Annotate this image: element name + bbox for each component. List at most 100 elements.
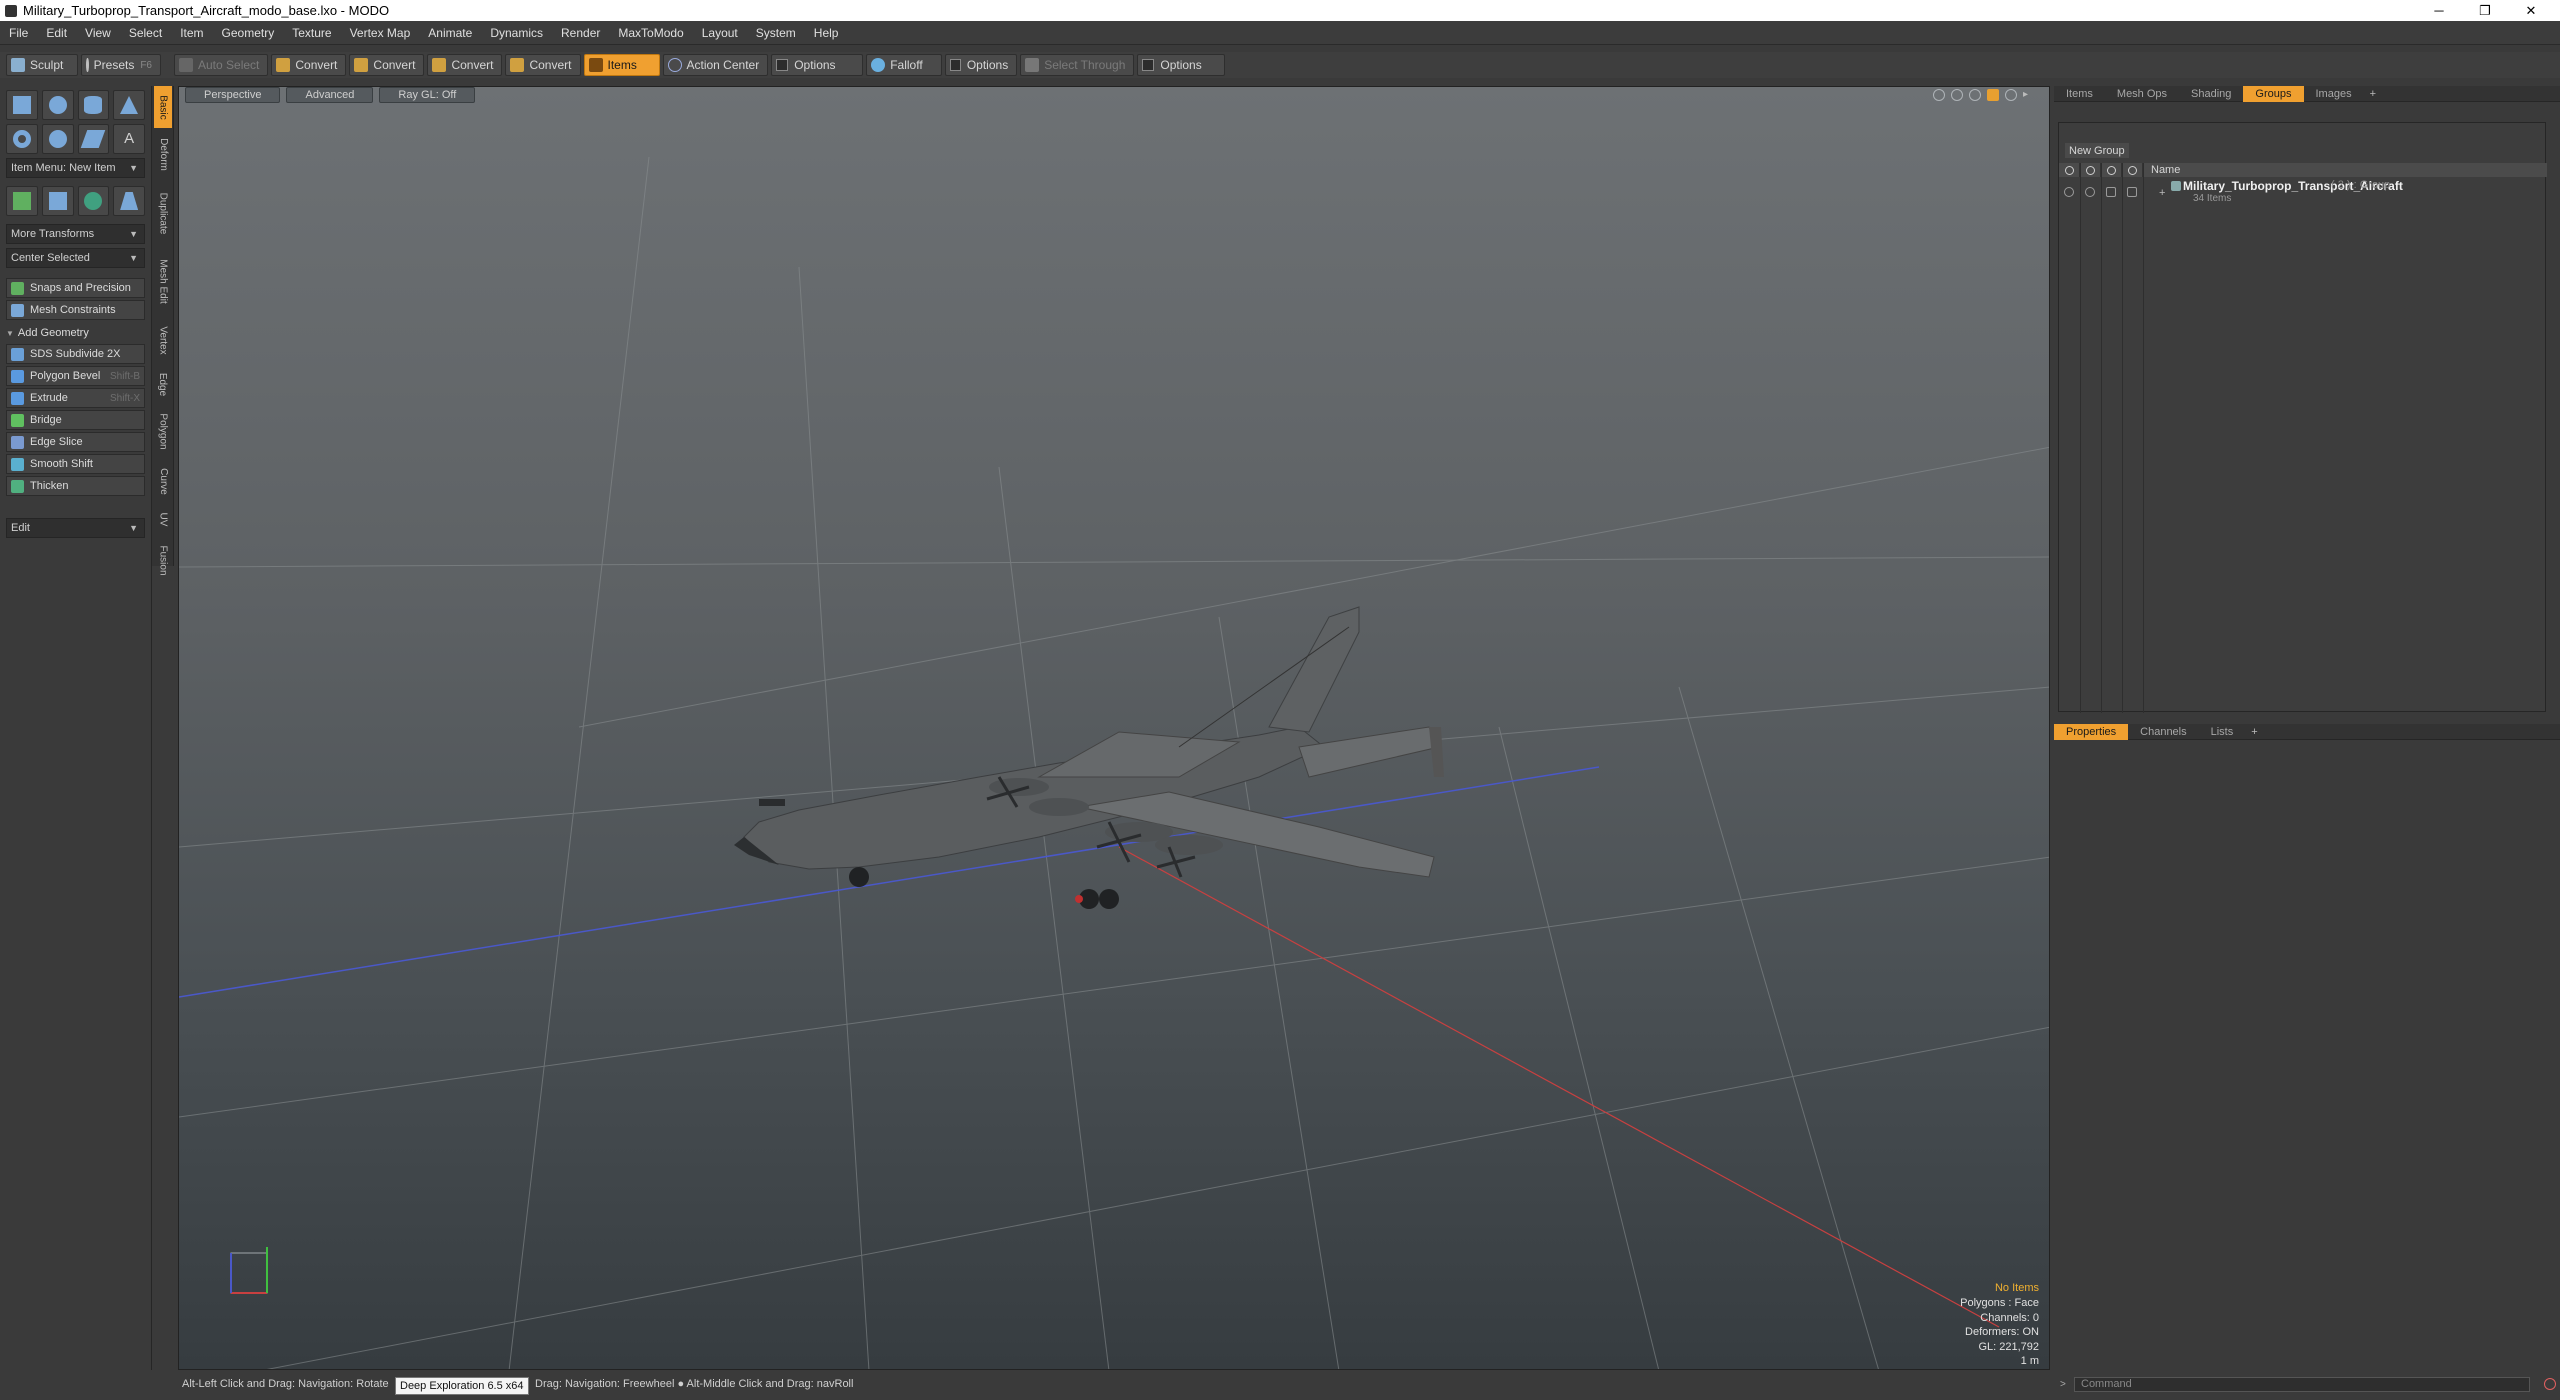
tool-thicken[interactable]: Thicken (6, 476, 145, 496)
menu-texture[interactable]: Texture (283, 26, 340, 40)
lock-column-icon[interactable] (2101, 163, 2122, 177)
torus-primitive-button[interactable] (6, 124, 38, 154)
falloff-button[interactable]: Falloff (866, 54, 943, 76)
auto-select-button[interactable]: Auto Select (174, 54, 269, 76)
convert-edges-button[interactable]: Convert (349, 54, 425, 76)
cone-primitive-button[interactable] (113, 90, 145, 120)
vtab-vertex[interactable]: Vertex (154, 316, 172, 364)
select-toggle-icon[interactable] (2127, 187, 2137, 197)
action-center-options-button[interactable]: Options (771, 54, 864, 76)
lock-toggle-icon[interactable] (2106, 187, 2116, 197)
aircraft-model[interactable] (734, 606, 1444, 909)
select-through-options-button[interactable]: Options (1137, 54, 1226, 76)
tool-smooth-shift[interactable]: Smooth Shift (6, 454, 145, 474)
tab-properties[interactable]: Properties (2054, 723, 2129, 740)
vtab-basic[interactable]: Basic (154, 86, 172, 128)
vtab-duplicate[interactable]: Duplicate (154, 180, 172, 246)
restore-button[interactable]: ❐ (2462, 0, 2508, 21)
action-center-options-checkbox[interactable] (776, 59, 789, 71)
tool-extrude[interactable]: Extrude Shift-X (6, 388, 145, 408)
falloff-options-checkbox[interactable] (950, 59, 961, 71)
menu-system[interactable]: System (747, 26, 805, 40)
minimize-button[interactable]: ─ (2416, 0, 2462, 21)
cube-primitive-button[interactable] (6, 90, 38, 120)
tab-shading[interactable]: Shading (2179, 86, 2243, 102)
sphere-primitive-button[interactable] (41, 90, 74, 120)
3d-viewport[interactable]: Perspective Advanced Ray GL: Off ▸ No It… (178, 86, 2050, 1370)
tab-items[interactable]: Items (2054, 86, 2105, 102)
mesh-constraints-button[interactable]: Mesh Constraints (6, 300, 145, 320)
vtab-curve[interactable]: Curve (154, 460, 172, 502)
gear-icon[interactable] (2005, 89, 2017, 101)
cylinder-primitive-button[interactable] (77, 90, 110, 120)
item-menu-dropdown[interactable]: Item Menu: New Item ▼ (6, 158, 145, 178)
expand-plus-icon[interactable]: + (2159, 187, 2165, 199)
group-row[interactable]: + Military_Turboprop_Transport_Aircraft … (2059, 177, 2547, 209)
snaps-precision-button[interactable]: Snaps and Precision (6, 278, 145, 298)
fit-view-icon[interactable] (1933, 89, 1945, 101)
menu-item[interactable]: Item (171, 26, 212, 40)
tab-images[interactable]: Images (2304, 86, 2364, 102)
menu-layout[interactable]: Layout (693, 26, 747, 40)
visibility-column-icon[interactable] (2059, 163, 2080, 177)
convert-materials-button[interactable]: Convert (505, 54, 581, 76)
select-through-options-checkbox[interactable] (1142, 59, 1155, 71)
sculpt-button[interactable]: Sculpt (6, 54, 78, 76)
select-column-icon[interactable] (2122, 163, 2143, 177)
select-through-button[interactable]: Select Through (1020, 54, 1135, 76)
add-tab-icon[interactable]: + (2364, 86, 2382, 102)
menu-maxtomodo[interactable]: MaxToModo (609, 26, 692, 40)
zoom-icon[interactable] (1969, 89, 1981, 101)
vtab-uv[interactable]: UV (154, 504, 172, 534)
plane-primitive-button[interactable] (77, 124, 110, 154)
menu-vertex-map[interactable]: Vertex Map (341, 26, 420, 40)
eye-icon[interactable] (2064, 187, 2074, 197)
menu-geometry[interactable]: Geometry (213, 26, 284, 40)
render-toggle-icon[interactable] (2085, 187, 2095, 197)
falloff-options-button[interactable]: Options (945, 54, 1018, 76)
vtab-edge[interactable]: Edge (154, 366, 172, 402)
menu-view[interactable]: View (76, 26, 120, 40)
menu-dynamics[interactable]: Dynamics (481, 26, 552, 40)
menu-file[interactable]: File (0, 26, 37, 40)
menu-edit[interactable]: Edit (37, 26, 76, 40)
tool-edge-slice[interactable]: Edge Slice (6, 432, 145, 452)
edit-dropdown[interactable]: Edit ▼ (6, 518, 145, 538)
close-button[interactable]: ✕ (2508, 0, 2554, 21)
vtab-mesh-edit[interactable]: Mesh Edit (154, 248, 172, 314)
vtab-deform[interactable]: Deform (154, 130, 172, 178)
menu-animate[interactable]: Animate (419, 26, 481, 40)
viewport-scene[interactable] (179, 87, 2050, 1370)
more-transforms-dropdown[interactable]: More Transforms ▼ (6, 224, 145, 244)
render-column-icon[interactable] (2080, 163, 2101, 177)
add-geometry-section[interactable]: ▼ Add Geometry (6, 324, 145, 342)
raygl-button[interactable]: Ray GL: Off (379, 87, 476, 103)
menu-select[interactable]: Select (120, 26, 171, 40)
locator-button[interactable] (6, 186, 38, 216)
capsule-primitive-button[interactable] (41, 124, 74, 154)
tab-mesh-ops[interactable]: Mesh Ops (2105, 86, 2179, 102)
tool-sds-subdivide-2x[interactable]: SDS Subdivide 2X (6, 344, 145, 364)
vtab-polygon[interactable]: Polygon (154, 404, 172, 458)
tab-channels[interactable]: Channels (2128, 724, 2198, 740)
rotate-view-icon[interactable] (1951, 89, 1963, 101)
tab-lists[interactable]: Lists (2199, 724, 2246, 740)
paint-icon[interactable] (1987, 89, 1999, 101)
expand-arrow-icon[interactable]: ▸ (2023, 89, 2035, 101)
convert-polygons-button[interactable]: Convert (427, 54, 503, 76)
tool-bridge[interactable]: Bridge (6, 410, 145, 430)
text-primitive-button[interactable]: A (113, 124, 145, 154)
menu-render[interactable]: Render (552, 26, 609, 40)
name-column-header[interactable]: Name (2143, 164, 2180, 176)
vtab-fusion[interactable]: Fusion (154, 536, 172, 584)
perspective-view-button[interactable]: Perspective (185, 87, 281, 103)
tool-polygon-bevel[interactable]: Polygon Bevel Shift-B (6, 366, 145, 386)
new-group-button[interactable]: New Group (2065, 143, 2129, 158)
convert-vertices-button[interactable]: Convert (271, 54, 347, 76)
grid-button[interactable] (41, 186, 74, 216)
add-tab-icon[interactable]: + (2245, 724, 2263, 740)
items-mode-button[interactable]: Items (583, 54, 660, 76)
advanced-shading-button[interactable]: Advanced (286, 87, 374, 103)
perspective-grid-button[interactable] (113, 186, 145, 216)
tab-groups[interactable]: Groups (2243, 85, 2304, 102)
